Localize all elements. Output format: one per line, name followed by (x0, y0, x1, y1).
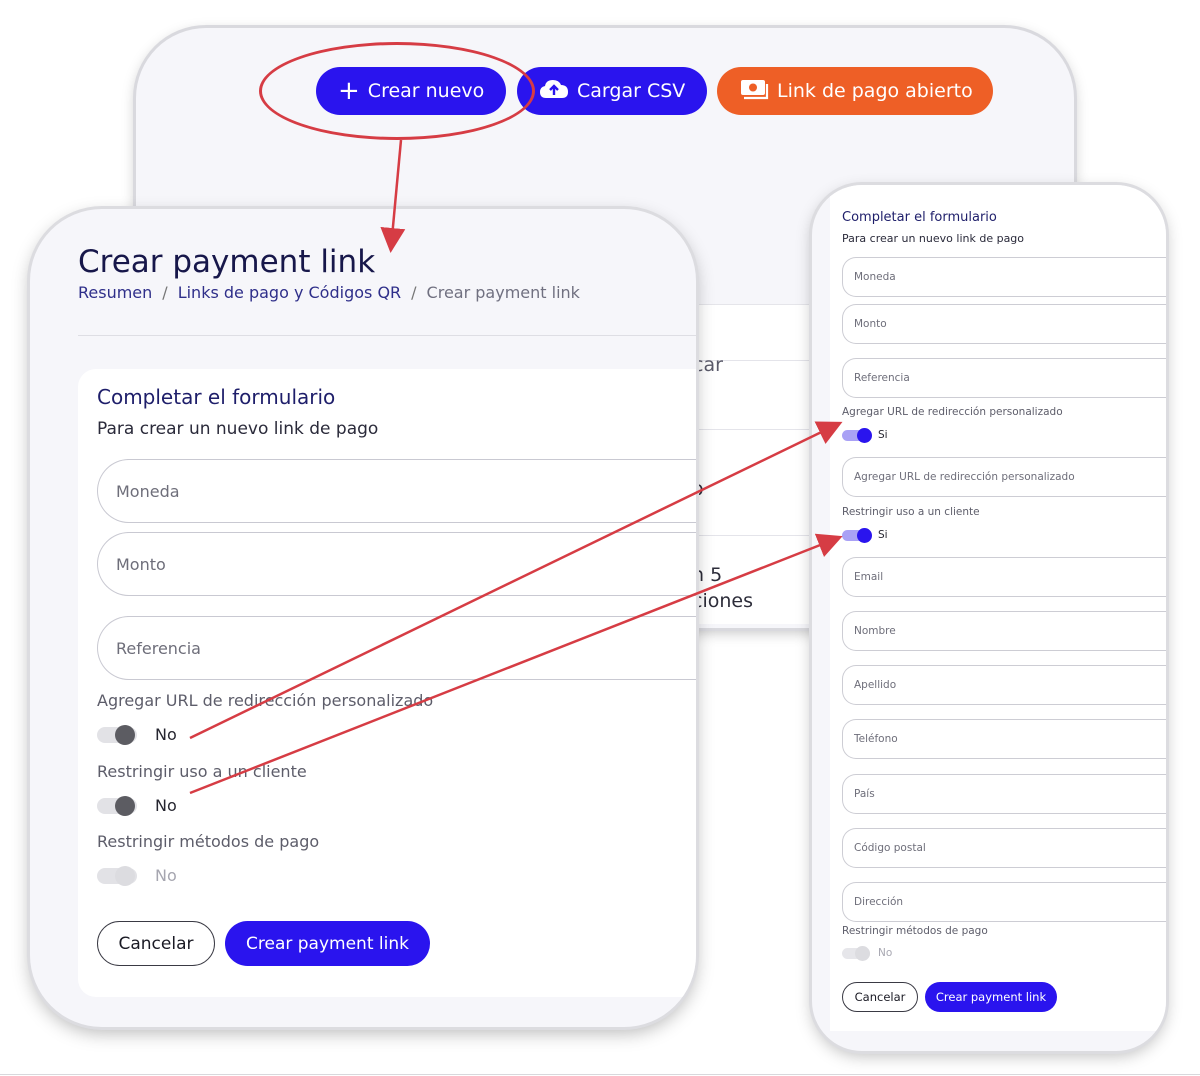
reference-field[interactable]: Referencia (842, 358, 1166, 398)
redirect-url-label: Agregar URL de redirección personalizado (842, 406, 1063, 418)
first-name-placeholder: Nombre (854, 625, 896, 637)
form-title: Completar el formulario (97, 385, 336, 409)
form-subtitle: Para crear un nuevo link de pago (97, 419, 379, 439)
restrict-client-label: Restringir uso a un cliente (842, 506, 980, 518)
open-payment-link-button[interactable]: Link de pago abierto (717, 67, 993, 115)
form-card: Completar el formulario Para crear un nu… (78, 369, 696, 997)
breadcrumb-link-links[interactable]: Links de pago y Códigos QR (178, 283, 401, 302)
toggle-state: Si (878, 529, 888, 541)
create-payment-link-button[interactable]: Crear payment link (225, 921, 430, 966)
toggle-track (97, 724, 137, 745)
mobile-create-payment-link-page: Completar el formulario Para crear un nu… (812, 185, 1166, 1051)
currency-field[interactable]: Moneda (842, 257, 1166, 297)
phone-field[interactable]: Teléfono (842, 719, 1166, 759)
toggle-knob (855, 945, 870, 961)
redirect-url-placeholder: Agregar URL de redirección personalizado (854, 471, 1075, 483)
restrict-client-toggle[interactable]: No (97, 795, 177, 816)
reference-placeholder: Referencia (116, 638, 201, 658)
restrict-client-toggle[interactable]: Si (842, 527, 888, 543)
last-name-placeholder: Apellido (854, 679, 897, 691)
amount-field[interactable]: Monto (842, 304, 1166, 344)
currency-field[interactable]: Moneda (97, 459, 696, 523)
divider (676, 429, 822, 430)
upload-csv-button[interactable]: Cargar CSV (517, 67, 707, 115)
toggle-track (842, 945, 870, 961)
address-field[interactable]: Dirección (842, 882, 1166, 922)
address-placeholder: Dirección (854, 896, 904, 908)
country-field[interactable]: País (842, 774, 1166, 814)
breadcrumb-link-resumen[interactable]: Resumen (78, 283, 152, 302)
cash-icon (739, 78, 769, 105)
background-text-fragment: n 5 (692, 564, 723, 586)
divider (0, 1074, 1200, 1075)
restrict-methods-label: Restringir métodos de pago (842, 925, 988, 937)
background-text-fragment: ciones (692, 590, 753, 612)
breadcrumb-separator: / (411, 283, 417, 302)
page-title: Crear payment link (78, 244, 376, 280)
toggle-track (842, 427, 872, 443)
toggle-knob (115, 865, 135, 886)
postal-code-placeholder: Código postal (854, 842, 926, 854)
currency-placeholder: Moneda (116, 481, 180, 501)
amount-placeholder: Monto (854, 318, 887, 330)
toggle-knob (857, 527, 872, 543)
phone-placeholder: Teléfono (854, 733, 898, 745)
form-title: Completar el formulario (842, 210, 997, 225)
toggle-state: Si (878, 429, 888, 441)
breadcrumb-separator: / (162, 283, 168, 302)
upload-csv-label: Cargar CSV (577, 80, 686, 102)
toggle-knob (115, 795, 135, 816)
redirect-url-label: Agregar URL de redirección personalizado (97, 691, 434, 710)
restrict-client-label: Restringir uso a un cliente (97, 762, 307, 781)
divider (78, 335, 696, 336)
last-name-field[interactable]: Apellido (842, 665, 1166, 705)
toggle-state: No (155, 866, 177, 885)
breadcrumb: Resumen / Links de pago y Códigos QR / C… (78, 283, 580, 302)
toggle-state: No (155, 796, 177, 815)
cancel-button[interactable]: Cancelar (842, 982, 918, 1012)
toggle-track (842, 527, 872, 543)
postal-code-field[interactable]: Código postal (842, 828, 1166, 868)
desktop-create-payment-link-page: Crear payment link Resumen / Links de pa… (30, 209, 696, 1027)
email-placeholder: Email (854, 571, 884, 583)
toggle-state: No (878, 947, 893, 959)
email-field[interactable]: Email (842, 557, 1166, 597)
cancel-button[interactable]: Cancelar (97, 921, 215, 966)
open-payment-link-label: Link de pago abierto (777, 80, 973, 102)
reference-field[interactable]: Referencia (97, 616, 696, 680)
first-name-field[interactable]: Nombre (842, 611, 1166, 651)
amount-placeholder: Monto (116, 554, 166, 574)
toggle-knob (857, 427, 872, 443)
redirect-url-toggle[interactable]: No (97, 724, 177, 745)
restrict-methods-label: Restringir métodos de pago (97, 832, 320, 851)
country-placeholder: País (854, 788, 875, 800)
divider (676, 535, 822, 536)
cloud-upload-icon (539, 78, 569, 105)
currency-placeholder: Moneda (854, 271, 896, 283)
toggle-track (97, 865, 137, 886)
form-card: Completar el formulario Para crear un nu… (830, 185, 1166, 1031)
restrict-methods-toggle: No (842, 945, 893, 961)
restrict-methods-toggle: No (97, 865, 177, 886)
redirect-url-toggle[interactable]: Si (842, 427, 888, 443)
background-text-fragment: car (693, 354, 723, 376)
form-subtitle: Para crear un nuevo link de pago (842, 232, 1025, 245)
amount-field[interactable]: Monto (97, 532, 696, 596)
redirect-url-field[interactable]: Agregar URL de redirección personalizado (842, 457, 1166, 497)
toggle-state: No (155, 725, 177, 744)
breadcrumb-current: Crear payment link (426, 283, 580, 302)
toggle-knob (115, 724, 135, 745)
toggle-track (97, 795, 137, 816)
create-payment-link-button[interactable]: Crear payment link (925, 982, 1057, 1012)
reference-placeholder: Referencia (854, 372, 910, 384)
annotation-highlight-ellipse (259, 42, 535, 140)
